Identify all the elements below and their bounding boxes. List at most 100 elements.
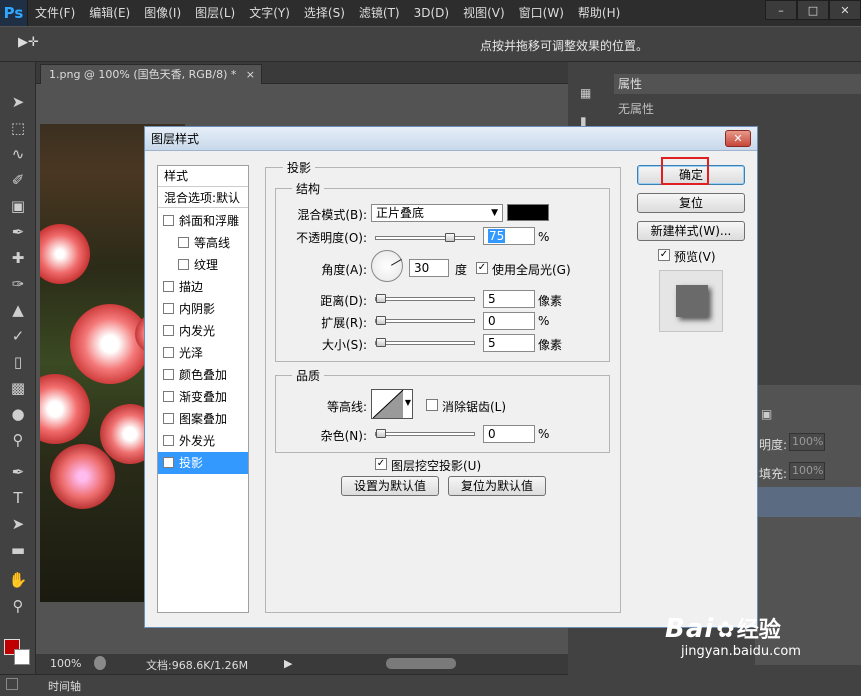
type-tool-icon[interactable]: T bbox=[8, 488, 28, 508]
style-item[interactable]: 纹理 bbox=[158, 254, 248, 276]
menu-window[interactable]: 窗口(W) bbox=[512, 0, 571, 26]
lasso-tool-icon[interactable]: ∿ bbox=[8, 144, 28, 164]
menu-layer[interactable]: 图层(L) bbox=[188, 0, 242, 26]
style-item-checkbox[interactable] bbox=[178, 237, 189, 248]
pen-tool-icon[interactable]: ✒ bbox=[8, 462, 28, 482]
distance-slider-thumb[interactable] bbox=[376, 294, 386, 303]
reset-default-button[interactable]: 复位为默认值 bbox=[448, 476, 546, 496]
horizontal-scrollbar-thumb[interactable] bbox=[386, 658, 456, 669]
style-item[interactable]: 描边 bbox=[158, 276, 248, 298]
eraser-tool-icon[interactable]: ▯ bbox=[8, 352, 28, 372]
dodge-tool-icon[interactable]: ⚲ bbox=[8, 430, 28, 450]
antialias-label[interactable]: 消除锯齿(L) bbox=[442, 398, 506, 415]
style-item[interactable]: 图案叠加 bbox=[158, 408, 248, 430]
contour-dropdown-arrow-icon[interactable]: ▼ bbox=[405, 398, 411, 407]
blend-mode-select[interactable]: 正片叠底 ▼ bbox=[371, 204, 503, 222]
style-item[interactable]: ✓ 投影 bbox=[158, 452, 248, 474]
hand-tool-icon[interactable]: ✋ bbox=[8, 570, 28, 590]
move-tool-icon[interactable]: ➤ bbox=[8, 92, 28, 112]
background-color-swatch[interactable] bbox=[14, 649, 30, 665]
menu-3d[interactable]: 3D(D) bbox=[407, 0, 456, 26]
style-item-checkbox[interactable] bbox=[163, 281, 174, 292]
spread-slider[interactable] bbox=[375, 316, 475, 325]
noise-slider-thumb[interactable] bbox=[376, 429, 386, 438]
style-item-checkbox[interactable] bbox=[163, 413, 174, 424]
layer-lock-icon[interactable]: ▣ bbox=[761, 407, 772, 421]
opacity-slider-thumb[interactable] bbox=[445, 233, 455, 242]
layer-opacity-input[interactable]: 100% bbox=[789, 433, 825, 451]
timeline-label[interactable]: 时间轴 bbox=[48, 678, 81, 694]
distance-slider[interactable] bbox=[375, 294, 475, 303]
menu-edit[interactable]: 编辑(E) bbox=[82, 0, 137, 26]
size-slider[interactable] bbox=[375, 338, 475, 347]
noise-input[interactable]: 0 bbox=[483, 425, 535, 443]
maximize-button[interactable]: □ bbox=[797, 0, 829, 20]
move-tool-preset-icon[interactable]: ▶✛ bbox=[18, 35, 58, 55]
antialias-checkbox[interactable] bbox=[426, 399, 438, 411]
blur-tool-icon[interactable]: ● bbox=[8, 404, 28, 424]
menu-filter[interactable]: 滤镜(T) bbox=[352, 0, 407, 26]
crop-tool-icon[interactable]: ▣ bbox=[8, 196, 28, 216]
shadow-color-swatch[interactable] bbox=[507, 204, 549, 221]
reset-button[interactable]: 复位 bbox=[637, 193, 745, 213]
global-light-label[interactable]: 使用全局光(G) bbox=[492, 261, 571, 278]
spread-slider-thumb[interactable] bbox=[376, 316, 386, 325]
make-default-button[interactable]: 设置为默认值 bbox=[341, 476, 439, 496]
style-item-checkbox[interactable] bbox=[163, 303, 174, 314]
style-item[interactable]: 内发光 bbox=[158, 320, 248, 342]
zoom-tool-icon[interactable]: ⚲ bbox=[8, 596, 28, 616]
close-tab-icon[interactable]: × bbox=[246, 65, 255, 85]
menu-select[interactable]: 选择(S) bbox=[297, 0, 352, 26]
selected-layer-row[interactable] bbox=[755, 487, 861, 517]
menu-help[interactable]: 帮助(H) bbox=[571, 0, 627, 26]
style-item[interactable]: 光泽 bbox=[158, 342, 248, 364]
status-info-icon[interactable] bbox=[94, 656, 106, 670]
menu-image[interactable]: 图像(I) bbox=[137, 0, 188, 26]
menu-file[interactable]: 文件(F) bbox=[28, 0, 82, 26]
style-item-checkbox[interactable] bbox=[163, 347, 174, 358]
distance-input[interactable]: 5 bbox=[483, 290, 535, 308]
quick-select-tool-icon[interactable]: ✐ bbox=[8, 170, 28, 190]
zoom-level[interactable]: 100% bbox=[50, 657, 81, 670]
dialog-close-button[interactable]: ✕ bbox=[725, 130, 751, 147]
size-input[interactable]: 5 bbox=[483, 334, 535, 352]
status-menu-arrow-icon[interactable]: ▶ bbox=[284, 657, 292, 670]
marquee-tool-icon[interactable]: ⬚ bbox=[8, 118, 28, 138]
menu-view[interactable]: 视图(V) bbox=[456, 0, 512, 26]
angle-dial[interactable] bbox=[371, 250, 403, 282]
timeline-panel-icon[interactable] bbox=[6, 678, 18, 690]
path-selection-tool-icon[interactable]: ➤ bbox=[8, 514, 28, 534]
preview-label[interactable]: 预览(V) bbox=[674, 248, 716, 265]
document-tab[interactable]: 1.png @ 100% (国色天香, RGB/8) * × bbox=[40, 64, 262, 84]
spread-input[interactable]: 0 bbox=[483, 312, 535, 330]
style-item[interactable]: 斜面和浮雕 bbox=[158, 210, 248, 232]
healing-brush-tool-icon[interactable]: ✚ bbox=[8, 248, 28, 268]
styles-header[interactable]: 样式 bbox=[158, 166, 248, 186]
blend-options-item[interactable]: 混合选项:默认 bbox=[158, 186, 248, 208]
style-item-checkbox[interactable] bbox=[163, 391, 174, 402]
shape-tool-icon[interactable]: ▬ bbox=[8, 540, 28, 560]
style-item[interactable]: 颜色叠加 bbox=[158, 364, 248, 386]
opacity-input[interactable]: 75 bbox=[483, 227, 535, 245]
layer-fill-input[interactable]: 100% bbox=[789, 462, 825, 480]
history-brush-tool-icon[interactable]: ✓ bbox=[8, 326, 28, 346]
angle-input[interactable]: 30 bbox=[409, 259, 449, 277]
noise-slider[interactable] bbox=[375, 429, 475, 438]
gradient-tool-icon[interactable]: ▩ bbox=[8, 378, 28, 398]
opacity-slider[interactable] bbox=[375, 233, 475, 242]
style-item[interactable]: 等高线 bbox=[158, 232, 248, 254]
style-item-checkbox[interactable] bbox=[163, 369, 174, 380]
style-item[interactable]: 渐变叠加 bbox=[158, 386, 248, 408]
clone-stamp-tool-icon[interactable]: ▲ bbox=[8, 300, 28, 320]
style-item-checkbox[interactable] bbox=[163, 435, 174, 446]
close-window-button[interactable]: ✕ bbox=[829, 0, 861, 20]
brush-tool-icon[interactable]: ✑ bbox=[8, 274, 28, 294]
global-light-checkbox[interactable]: ✓ bbox=[476, 262, 488, 274]
style-item-checkbox[interactable] bbox=[178, 259, 189, 270]
size-slider-thumb[interactable] bbox=[376, 338, 386, 347]
knockout-label[interactable]: 图层挖空投影(U) bbox=[391, 457, 481, 474]
style-item-checkbox[interactable] bbox=[163, 325, 174, 336]
contour-picker[interactable]: ▼ bbox=[371, 389, 413, 419]
properties-title[interactable]: 属性 bbox=[618, 77, 642, 91]
style-item-checkbox[interactable]: ✓ bbox=[163, 457, 174, 468]
